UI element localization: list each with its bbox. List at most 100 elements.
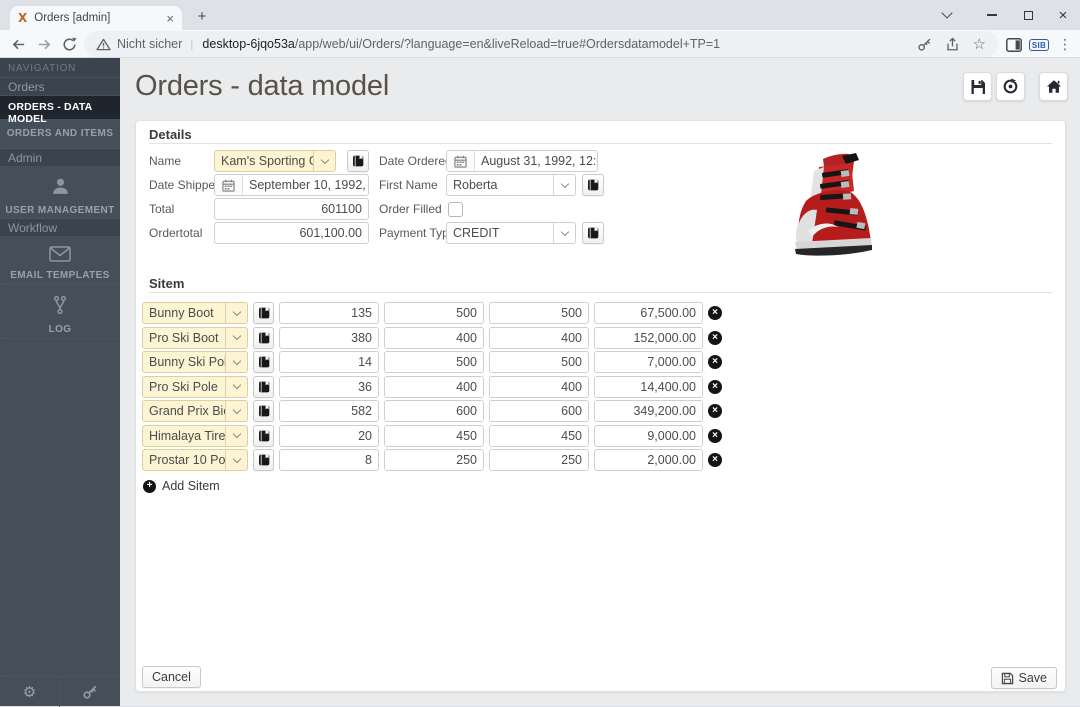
quantity-input[interactable]: 380 [279,327,379,349]
separator: | [190,37,193,51]
quantity-input[interactable]: 36 [279,376,379,398]
ordertotal-input[interactable]: 601,100.00 [214,222,369,244]
forward-button[interactable] [35,35,53,53]
first-name-lookup-button[interactable] [582,174,604,196]
window-close-button[interactable]: × [1046,0,1080,30]
side-panel-icon [1006,38,1022,52]
quantity-input[interactable]: 582 [279,400,379,422]
product-select[interactable]: Bunny Boot [142,302,248,324]
amount-input[interactable]: 2,000.00 [594,449,703,471]
product-select[interactable]: Grand Prix Bicycle [142,400,248,422]
amount-input[interactable]: 152,000.00 [594,327,703,349]
extension-badge[interactable]: SIB [1027,36,1051,54]
payment-type-select[interactable]: CREDIT [446,222,576,244]
sidebar-item-log[interactable]: LOG [0,285,120,339]
product-select[interactable]: Pro Ski Boot [142,327,248,349]
sidebar-item-email-templates[interactable]: EMAIL TEMPLATES [0,237,120,285]
product-select[interactable]: Bunny Ski Pole [142,351,248,373]
product-lookup-button[interactable] [253,302,274,324]
add-sitem-button[interactable]: + Add Sitem [143,479,220,493]
sidebar-item-orders-data-model[interactable]: ORDERS - DATA MODEL [0,96,120,119]
back-button[interactable] [9,35,27,53]
browser-tab[interactable]: X Orders [admin] × [10,6,182,30]
remove-row-button[interactable]: × [708,380,722,394]
security-label[interactable]: Nicht sicher [117,37,182,51]
quantity-input[interactable]: 14 [279,351,379,373]
product-lookup-button[interactable] [253,327,274,349]
payment-type-lookup-button[interactable] [582,222,604,244]
price-input[interactable]: 250 [384,449,484,471]
refresh-button[interactable] [60,35,78,53]
first-name-group: Roberta [446,174,604,196]
amount-input[interactable]: 349,200.00 [594,400,703,422]
browser-menu-button[interactable]: ⋮ [1056,36,1074,54]
order-filled-checkbox[interactable] [448,202,463,217]
price-input[interactable]: 400 [384,327,484,349]
share-icon[interactable] [945,37,960,52]
bookmark-star-icon[interactable]: ☆ [973,35,986,53]
product-lookup-button[interactable] [253,351,274,373]
unit-price-input[interactable]: 500 [489,302,589,324]
product-lookup-button[interactable] [253,376,274,398]
remove-row-button[interactable]: × [708,453,722,467]
save-button[interactable]: Save [991,667,1058,689]
date-shipped-field[interactable]: September 10, 1992, 12:00 AM [214,174,369,196]
product-select[interactable]: Himalaya Tires [142,425,248,447]
name-lookup-button[interactable] [347,150,369,172]
save-button-top[interactable] [963,72,992,101]
quantity-input[interactable]: 135 [279,302,379,324]
tab-close-icon[interactable]: × [166,12,174,25]
add-sitem-label: Add Sitem [162,479,220,493]
side-panel-button[interactable] [1005,36,1023,54]
address-bar[interactable]: Nicht sicher | desktop-6jqo53a /app/web/… [84,31,998,57]
sidebar-section-workflow: Workflow [0,219,120,237]
access-key-button[interactable] [60,677,120,707]
minimize-button[interactable] [975,0,1009,30]
price-input[interactable]: 500 [384,302,484,324]
first-name-label: First Name [379,174,438,196]
remove-row-button[interactable]: × [708,306,722,320]
quantity-input[interactable]: 8 [279,449,379,471]
price-input[interactable]: 600 [384,400,484,422]
product-select[interactable]: Prostar 10 Pound Test [142,449,248,471]
amount-input[interactable]: 14,400.00 [594,376,703,398]
tab-search-button[interactable] [930,0,964,30]
divider [149,292,1052,293]
amount-input[interactable]: 7,000.00 [594,351,703,373]
first-name-select[interactable]: Roberta [446,174,576,196]
amount-input[interactable]: 67,500.00 [594,302,703,324]
key-icon[interactable] [917,37,932,52]
sidebar-item-user-management[interactable]: USER MANAGEMENT [0,167,120,219]
total-input[interactable]: 601100 [214,198,369,220]
price-input[interactable]: 500 [384,351,484,373]
amount-input[interactable]: 9,000.00 [594,425,703,447]
remove-row-button[interactable]: × [708,355,722,369]
unit-price-input[interactable]: 400 [489,327,589,349]
kebab-icon: ⋮ [1058,37,1072,53]
unit-price-input[interactable]: 450 [489,425,589,447]
unit-price-input[interactable]: 400 [489,376,589,398]
remove-row-button[interactable]: × [708,429,722,443]
home-button[interactable] [1039,72,1068,101]
product-lookup-button[interactable] [253,400,274,422]
date-ordered-field[interactable]: August 31, 1992, 12:00 AM [446,150,598,172]
price-input[interactable]: 450 [384,425,484,447]
product-lookup-button[interactable] [253,425,274,447]
history-button[interactable] [996,72,1025,101]
price-input[interactable]: 400 [384,376,484,398]
cancel-button[interactable]: Cancel [142,666,201,688]
quantity-input[interactable]: 20 [279,425,379,447]
maximize-button[interactable] [1011,0,1045,30]
remove-row-button[interactable]: × [708,404,722,418]
product-select[interactable]: Pro Ski Pole [142,376,248,398]
unit-price-input[interactable]: 500 [489,351,589,373]
unit-price-input[interactable]: 600 [489,400,589,422]
name-select[interactable]: Kam's Sporting Goods [214,150,336,172]
order-filled-group [448,198,463,220]
product-lookup-button[interactable] [253,449,274,471]
unit-price-input[interactable]: 250 [489,449,589,471]
remove-row-button[interactable]: × [708,331,722,345]
new-tab-button[interactable]: + [192,7,212,27]
main-area: Orders - data model Details Name Kam's S… [120,58,1080,706]
settings-button[interactable]: ⚙ [0,677,60,707]
